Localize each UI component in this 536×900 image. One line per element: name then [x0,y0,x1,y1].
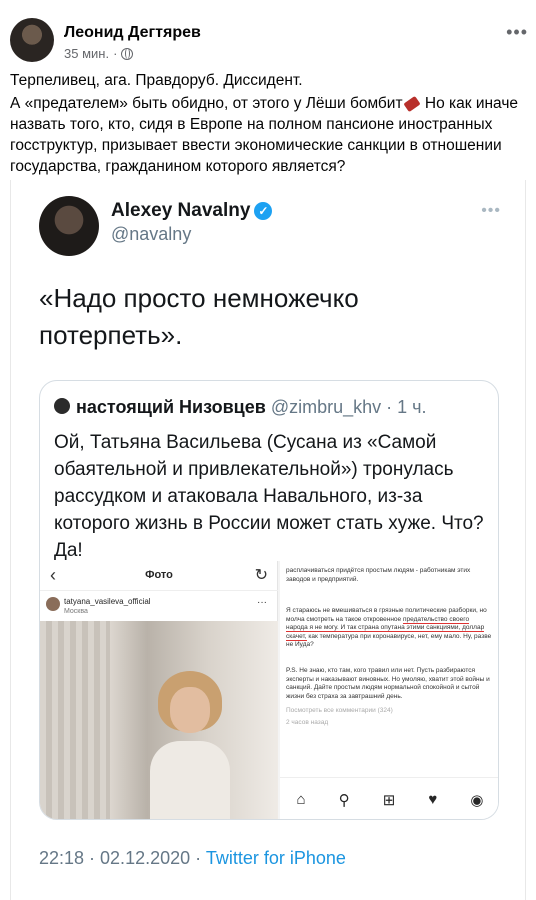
tweet-more-icon: ••• [481,202,501,219]
photo-person-body [150,741,230,819]
post-text: Терпеливец, ага. Правдоруб. Диссидент. А… [10,70,530,179]
instagram-photo [40,621,278,819]
tweet-text: «Надо просто немножечко потерпеть». [39,283,359,350]
tweet-author-name-text: Alexey Navalny [111,200,251,221]
quoted-tweet: настоящий Низовцев @zimbru_khv · 1 ч. Ой… [39,380,499,820]
tweet-source: Twitter for iPhone [205,848,346,868]
add-post-icon: ⊞ [382,791,396,809]
quoted-tweet-header: настоящий Низовцев @zimbru_khv · 1 ч. [54,397,427,418]
instagram-title: Фото [145,569,173,581]
instagram-comment-3: P.S. Не знаю, кто там, кого травил или н… [286,667,490,700]
instagram-comments: расплачиваться придётся простым людям - … [280,561,498,819]
globe-icon [121,47,134,60]
post-meta: 35 мин. · [64,46,134,61]
instagram-comment-1: расплачиваться придётся простым людям - … [286,567,471,583]
author-name[interactable]: Леонид Дегтярев [64,24,201,42]
post-paragraph-2a: А «предателем» быть обидно, от этого у Л… [10,95,403,112]
dynamite-icon [402,95,421,113]
post-header: Леонид Дегтярев 35 мин. · ••• [0,0,536,66]
instagram-nav: ⌂ ⚲ ⊞ ♥ ◉ [280,777,498,819]
search-icon: ⚲ [338,791,350,809]
meta-separator: · [113,46,118,61]
quoted-tweet-text: Ой, Татьяна Васильева (Сусана из «Самой … [54,432,484,561]
tweet-screenshot[interactable]: Alexey Navalny ✓ @navalny ••• «Надо прост… [10,180,526,900]
instagram-location: Москва [64,608,88,615]
instagram-topbar: ‹ Фото ↻ [40,561,278,591]
quoted-avatar-icon [54,398,70,415]
instagram-post: ‹ Фото ↻ tatyana_vasileva_official Москв… [40,561,278,819]
refresh-icon: ↻ [254,567,268,584]
tweet-author-avatar [39,196,99,256]
photo-person-face [170,687,210,733]
tweet-handle: @navalny [111,224,192,244]
instagram-screenshot: ‹ Фото ↻ tatyana_vasileva_official Москв… [40,561,498,819]
verified-badge-icon: ✓ [254,201,273,220]
instagram-more-icon: ··· [257,597,267,608]
tweet-footer: 22:18 · 02.12.2020 · Twitter for iPhone [39,848,346,869]
author-avatar[interactable] [10,18,54,62]
tweet-author-name: Alexey Navalny ✓ [111,200,273,222]
more-dots-icon[interactable]: ••• [506,22,528,43]
home-icon: ⌂ [296,791,306,808]
view-comments-link: Посмотреть все комментарии (324) [286,707,393,714]
instagram-username: tatyana_vasileva_official [64,597,151,606]
comment-2-end: как температура при коронавирусе, нет, е… [286,632,492,649]
tweet-timestamp: 22:18 · 02.12.2020 · [39,848,206,868]
post-paragraph-2: А «предателем» быть обидно, от этого у Л… [10,93,530,177]
quoted-author-name: настоящий Низовцев [76,397,266,417]
quoted-handle: @zimbru_khv · 1 ч. [265,397,427,417]
photo-person [150,671,230,819]
instagram-comment-2: Я стараюсь не вмешиваться в грязные поли… [286,607,492,650]
instagram-user-avatar [46,597,60,611]
comment-time: 2 часов назад [286,719,329,726]
heart-icon: ♥ [428,791,438,808]
photo-curtain [40,621,110,819]
post-time[interactable]: 35 мин. [64,46,109,61]
instagram-user: tatyana_vasileva_official Москва [46,597,151,617]
post-paragraph-1: Терпеливец, ага. Правдоруб. Диссидент. [10,72,303,89]
profile-icon: ◉ [470,791,484,809]
